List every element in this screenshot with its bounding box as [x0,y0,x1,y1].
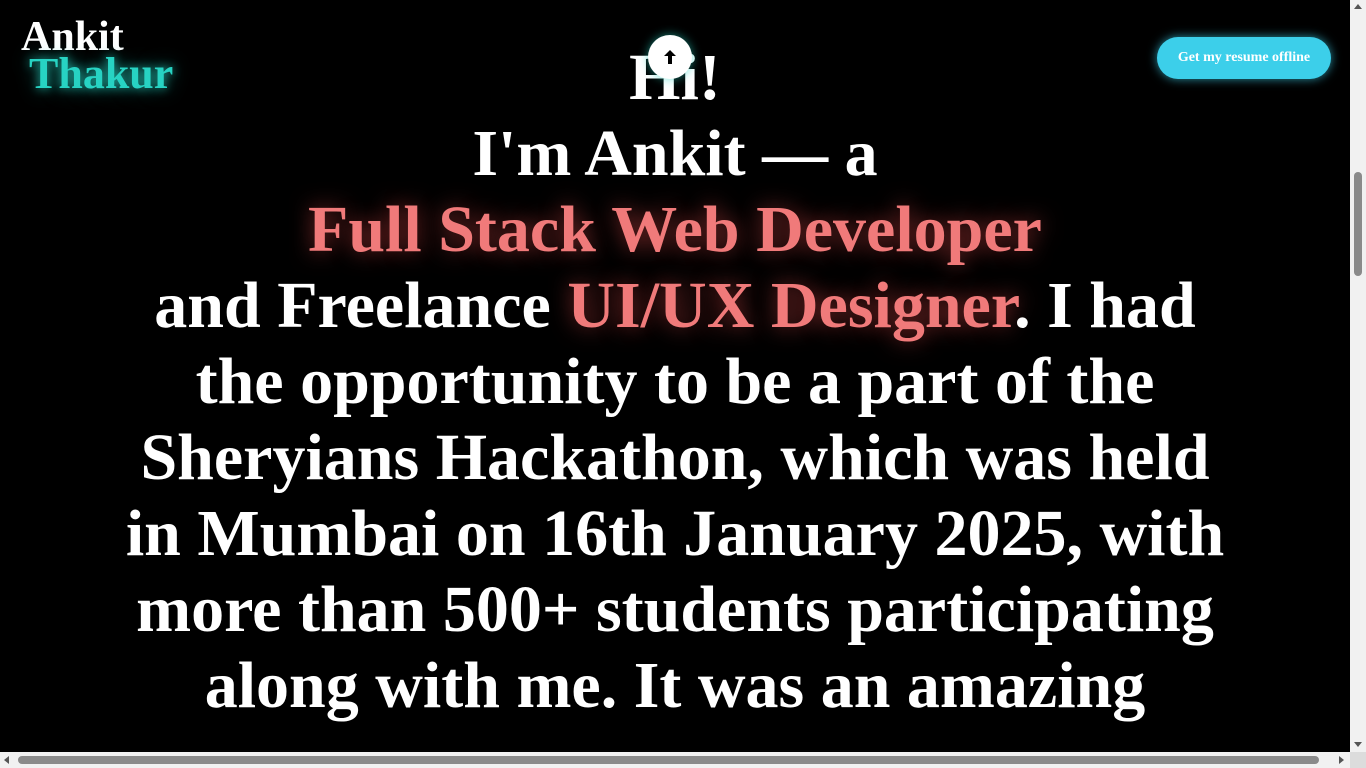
scroll-right-arrow-icon[interactable] [1339,756,1344,764]
vertical-scrollbar[interactable] [1350,0,1366,752]
hero-role-secondary: UI/UX Designer [567,269,1015,342]
hero-intro: I'm Ankit — a [472,117,878,190]
hero-role-primary: Full Stack Web Developer [308,193,1042,266]
hero-line: Sheryians Hackathon, which was held [140,421,1210,494]
arrow-up-icon [664,50,676,64]
horizontal-scrollbar[interactable] [0,752,1350,768]
hero-after-role: . I had [1014,269,1196,342]
scroll-down-arrow-icon[interactable] [1354,742,1362,747]
scrollbar-corner [1350,752,1366,768]
hero-line: the opportunity to be a part of the [195,345,1155,418]
hero-line: along with me. It was an amazing [204,649,1146,722]
scroll-to-top-button[interactable] [648,35,692,79]
hero-connector: and Freelance [154,269,568,342]
hero-line: more than 500+ students participating [136,573,1214,646]
horizontal-scrollbar-thumb[interactable] [18,756,1319,764]
hero-line: in Mumbai on 16th January 2025, with [125,497,1225,570]
hero-role-line: and Freelance UI/UX Designer. I had [0,268,1350,344]
hero-text: Hi! I'm Ankit — a Full Stack Web Develop… [0,40,1350,724]
vertical-scrollbar-thumb[interactable] [1354,172,1362,276]
scroll-up-arrow-icon[interactable] [1354,4,1362,9]
scroll-left-arrow-icon[interactable] [4,756,9,764]
